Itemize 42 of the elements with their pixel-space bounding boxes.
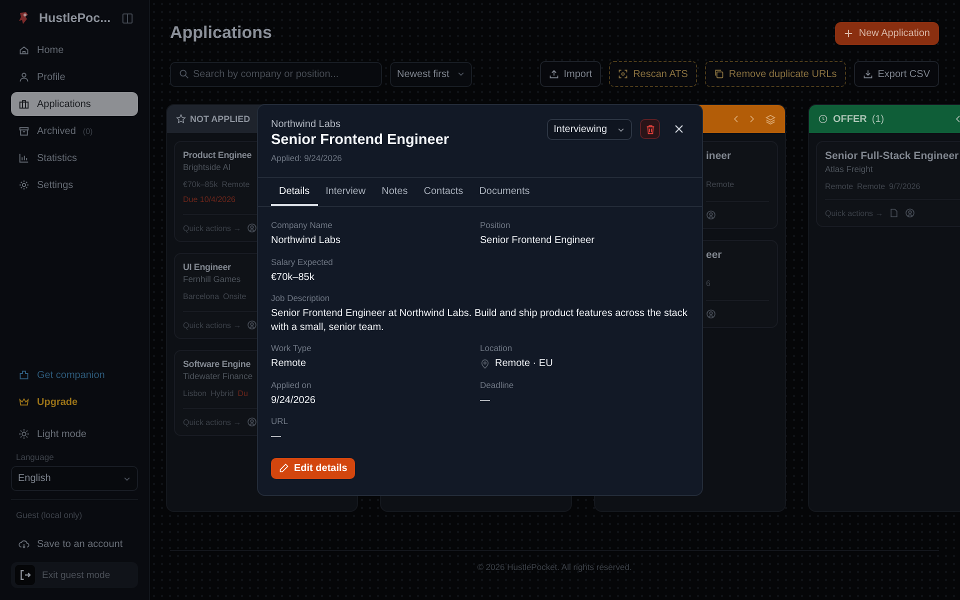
field-value: Remote · EU bbox=[495, 357, 553, 370]
field-label: URL bbox=[271, 416, 290, 426]
column-count: (1) bbox=[872, 114, 884, 124]
field-value: — bbox=[480, 394, 491, 407]
card-company: Tidewater Finance bbox=[183, 371, 253, 381]
field-label: Deadline bbox=[480, 380, 515, 390]
field-value: €70k–85k bbox=[271, 270, 316, 284]
field-value: Senior Frontend Engineer bbox=[480, 234, 596, 248]
count-label: (0) bbox=[82, 126, 93, 136]
language-label: Language bbox=[15, 451, 55, 464]
due-date: Du bbox=[238, 389, 248, 398]
due-date: Due 10/4/2026 bbox=[183, 195, 236, 204]
column-title: NOT APPLIED bbox=[190, 114, 250, 124]
dialog-company: Northwind Labs bbox=[271, 119, 342, 130]
card-title: ineer bbox=[706, 150, 732, 162]
card-title: Product Enginee bbox=[183, 150, 252, 160]
card-title: eer bbox=[706, 249, 722, 261]
page-title: Applications bbox=[170, 23, 272, 43]
card-company: Brightside AI bbox=[183, 162, 231, 172]
field-label: Work Type bbox=[271, 343, 312, 353]
field-value: Northwind Labs bbox=[271, 234, 342, 248]
card-company: Fernhill Games bbox=[183, 274, 241, 284]
footer-text: © 2026 HustlePocket. All rights reserved. bbox=[477, 562, 632, 572]
applied-date: Applied: 9/24/2026 bbox=[271, 153, 343, 163]
card-title: UI Engineer bbox=[183, 262, 231, 272]
card-title: Senior Full-Stack Engineer bbox=[825, 150, 959, 162]
guest-label: Guest (local only) bbox=[15, 509, 84, 522]
field-label: Salary Expected bbox=[271, 256, 334, 266]
field-label: Company Name bbox=[271, 220, 334, 230]
card-company: Atlas Freight bbox=[825, 164, 873, 174]
field-label: Job Description bbox=[271, 293, 331, 303]
card-title: Software Engine bbox=[183, 359, 251, 369]
dialog-title: Senior Frontend Engineer bbox=[271, 132, 450, 148]
field-value: Senior Frontend Engineer at Northwind Labs. Build and ship product features across the stack with a small, senior team. bbox=[271, 307, 688, 334]
column-title: OFFER bbox=[833, 114, 867, 124]
brand-name: HustlePoc... bbox=[39, 11, 111, 25]
field-label: Applied on bbox=[271, 380, 312, 390]
field-label: Location bbox=[480, 343, 514, 353]
field-value: Remote bbox=[271, 357, 308, 370]
field-value: — bbox=[271, 430, 282, 444]
field-label: Position bbox=[480, 220, 512, 230]
field-value: 9/24/2026 bbox=[271, 394, 316, 407]
